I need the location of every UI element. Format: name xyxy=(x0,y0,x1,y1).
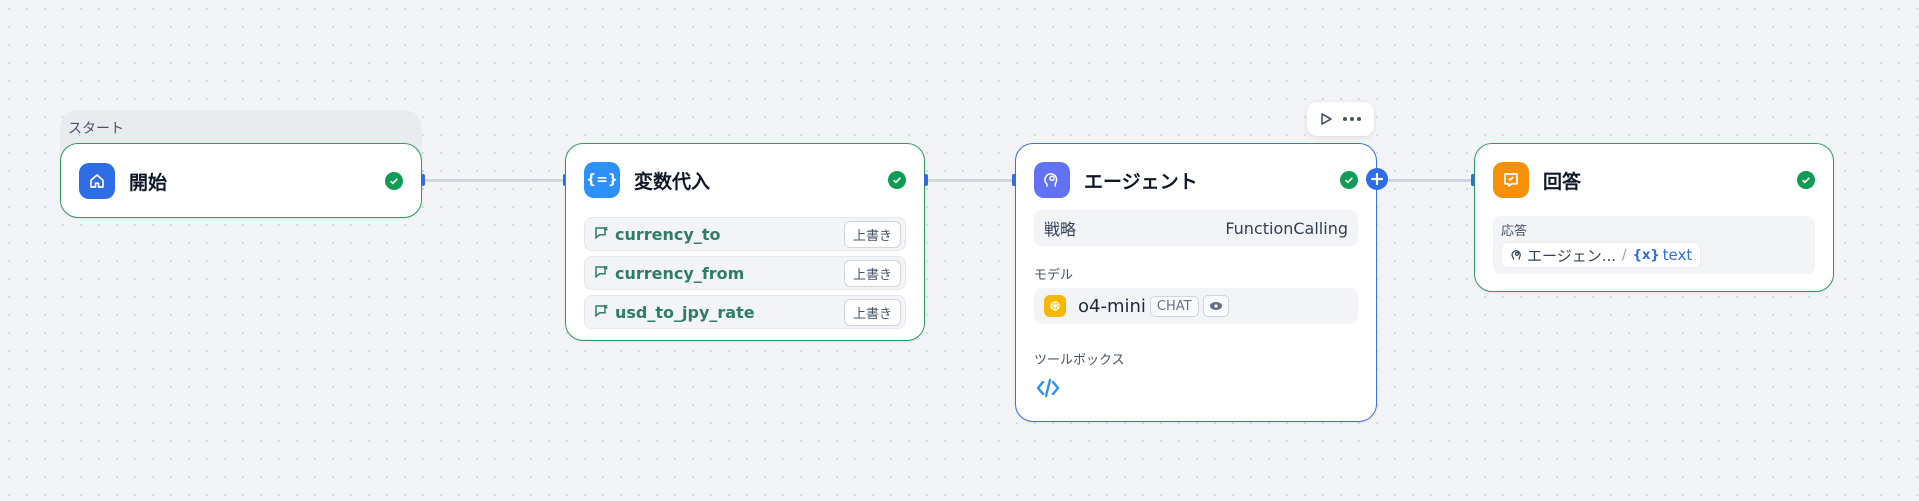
edge-start-to-assign xyxy=(424,179,566,182)
answer-node[interactable]: 回答 応答 エージェン... / {x} text xyxy=(1474,143,1834,292)
vision-icon xyxy=(1202,295,1229,317)
variable-icon: {x} xyxy=(1632,247,1660,263)
overwrite-badge: 上書き xyxy=(843,220,901,248)
conversation-variable-icon xyxy=(595,304,608,318)
start-group-label: スタート xyxy=(68,121,124,137)
model-name: o4-mini xyxy=(1078,295,1146,317)
node-title: 回答 xyxy=(1543,170,1582,193)
variable-assign-icon: {=} xyxy=(584,162,620,198)
success-check-icon xyxy=(1797,171,1815,189)
node-title: エージェント xyxy=(1084,170,1198,193)
start-node[interactable]: 開始 xyxy=(60,143,422,218)
variable-row-usd-to-jpy-rate[interactable]: usd_to_jpy_rate 上書き xyxy=(584,295,906,329)
openai-icon xyxy=(1044,295,1066,317)
output-handle[interactable] xyxy=(421,174,425,186)
overwrite-badge: 上書き xyxy=(843,259,901,287)
reference-separator: / xyxy=(1622,247,1627,263)
reference-variable: text xyxy=(1662,246,1693,264)
strategy-value: FunctionCalling xyxy=(1225,218,1348,238)
edge-assign-to-agent xyxy=(928,179,1016,182)
model-mode-badge: CHAT xyxy=(1149,295,1199,317)
workflow-canvas[interactable]: スタート 開始 {=} 変数代入 currency_to 上書き currenc… xyxy=(0,0,1919,501)
variable-name: usd_to_jpy_rate xyxy=(615,302,755,322)
conversation-variable-icon xyxy=(595,226,608,240)
agent-node[interactable]: エージェント 戦略 FunctionCalling モデル o4-mini CH… xyxy=(1015,143,1377,422)
variable-name: currency_from xyxy=(615,263,745,283)
edge-agent-to-answer xyxy=(1388,179,1474,182)
strategy-row[interactable]: 戦略 FunctionCalling xyxy=(1034,210,1358,246)
strategy-label: 戦略 xyxy=(1044,220,1077,239)
success-check-icon xyxy=(385,172,403,190)
variable-row-currency-from[interactable]: currency_from 上書き xyxy=(584,256,906,290)
code-tool-icon[interactable] xyxy=(1034,374,1062,402)
overwrite-badge: 上書き xyxy=(843,298,901,326)
model-row[interactable]: o4-mini CHAT xyxy=(1034,288,1358,324)
response-label: 応答 xyxy=(1501,224,1528,239)
variable-name: currency_to xyxy=(615,224,721,244)
node-title: 変数代入 xyxy=(634,170,711,193)
agent-icon xyxy=(1511,250,1521,260)
variable-assign-node[interactable]: {=} 変数代入 currency_to 上書き currency_from 上… xyxy=(565,143,925,341)
node-title: 開始 xyxy=(129,171,168,194)
home-icon xyxy=(79,163,115,199)
variable-row-currency-to[interactable]: currency_to 上書き xyxy=(584,217,906,251)
success-check-icon xyxy=(1340,171,1358,189)
success-check-icon xyxy=(888,171,906,189)
output-handle[interactable] xyxy=(924,174,928,186)
add-node-button[interactable] xyxy=(1366,168,1388,190)
more-options-icon[interactable] xyxy=(1342,116,1362,122)
model-label: モデル xyxy=(1034,268,1074,283)
run-icon[interactable] xyxy=(1319,112,1333,126)
reference-source: エージェン... xyxy=(1527,246,1617,265)
response-field[interactable]: 応答 エージェン... / {x} text xyxy=(1493,216,1815,274)
answer-icon xyxy=(1493,162,1529,198)
toolbox-label: ツールボックス xyxy=(1034,353,1125,368)
node-toolbar xyxy=(1307,102,1374,136)
agent-icon xyxy=(1034,162,1070,198)
conversation-variable-icon xyxy=(595,265,608,279)
variable-reference-pill[interactable]: エージェン... / {x} text xyxy=(1501,242,1702,268)
